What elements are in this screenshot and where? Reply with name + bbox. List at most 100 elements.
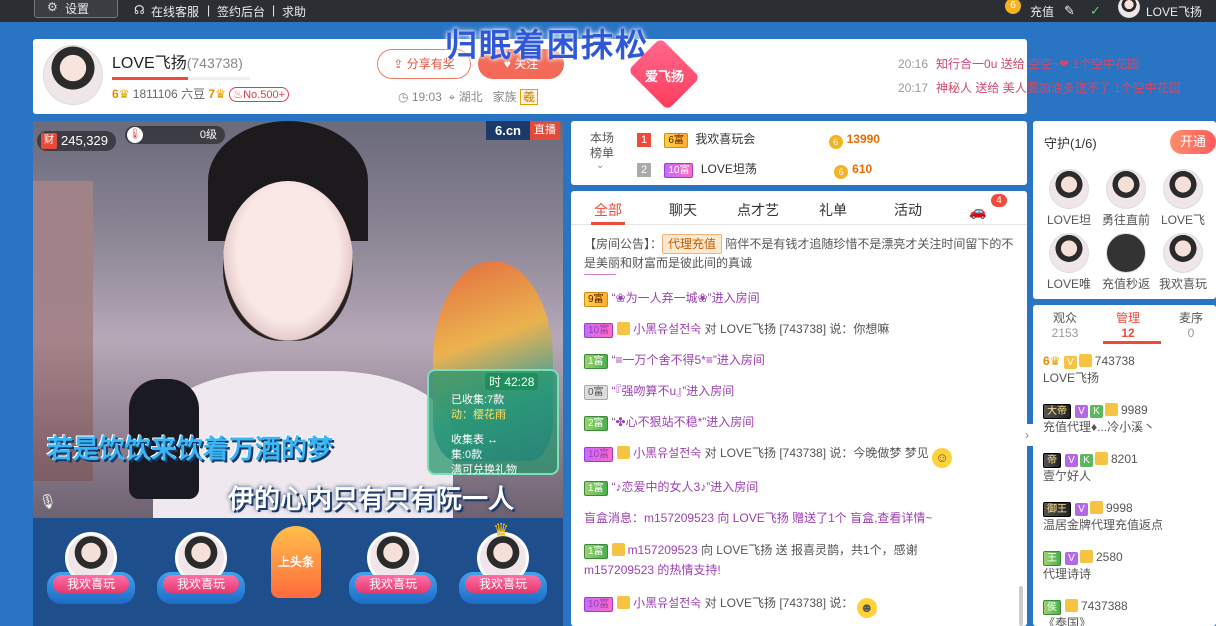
sign-backend-link[interactable]: 签约后台	[217, 3, 265, 20]
seat-item[interactable]: 我欢喜玩 ♛	[455, 520, 551, 614]
crown-icon: ♛	[493, 520, 510, 540]
top-bar: ⚙ 设置 ☊ 在线客服 | 签约后台 | 求助 6 充值 ✎ ✓ LOVE飞扬	[0, 0, 1216, 22]
audience-row[interactable]: 6♛ V 743738 LOVE飞扬	[1043, 353, 1213, 387]
audience-row[interactable]: 御王 V 9998 温居金牌代理充值返点	[1043, 500, 1213, 534]
user-badge-icon	[1065, 599, 1078, 612]
chat-nick[interactable]: 小黑유설전숙	[633, 596, 701, 610]
audience-row[interactable]: 侯 7437388 《泰国》	[1043, 598, 1213, 626]
chat-message: 1富 “♪恋爱中的女人3♪”进入房间	[584, 477, 1014, 497]
chat-tabs: 全部 聊天 点才艺 礼单 活动 🚗 4	[571, 191, 1027, 225]
audience-panel: 观众 2153 管理 12 麦序 0 6♛ V 743738 LOVE飞扬 大帝 V K 99…	[1033, 305, 1216, 626]
chat-message: 盲盒消息：m157209523 向 LOVE飞扬 赠送了1个 盲盒,查看详情~	[584, 511, 933, 525]
active-tab-indicator	[591, 222, 625, 225]
chat-message: 2富 “✤心不狠站不稳*”进入房间	[584, 412, 1014, 432]
family-badge[interactable]: 羲	[520, 89, 539, 105]
user-avatar[interactable]	[1118, 0, 1140, 18]
gift-log-row: 20:17 神秘人 送给 美人要加油多送不了 1个空中花园	[898, 81, 1181, 95]
k-badge: K	[1080, 454, 1093, 467]
rank-row[interactable]: 1 6富 我欢喜玩会 6 13990	[637, 129, 1007, 149]
user-badge-icon	[1095, 452, 1108, 465]
seat-item[interactable]: 我欢喜玩	[43, 526, 139, 614]
smile-emoji-icon: ☺	[932, 448, 953, 468]
user-badge-icon	[1080, 550, 1093, 563]
level-progress	[112, 77, 250, 80]
overlay-title: 归眠着困抹松	[445, 27, 650, 63]
user-badge-icon	[617, 446, 631, 459]
share-icon: ⇪	[393, 57, 404, 71]
coin-icon: 6	[828, 135, 843, 149]
room-id: (743738)	[186, 55, 243, 71]
recharge-link[interactable]: 充值	[1030, 3, 1054, 20]
notice-tag[interactable]: 代理充值	[662, 234, 723, 254]
tab-gifts[interactable]: 礼单	[819, 200, 847, 220]
chat-message: 10富 小黑유설전숙 对 LOVE飞扬 [743738] 说： ☻	[584, 593, 1014, 618]
guard-member[interactable]: 我欢喜玩	[1153, 233, 1213, 292]
vip-badge: V	[1065, 454, 1078, 467]
settings-button[interactable]: ⚙ 设置	[34, 0, 118, 18]
tab-admin[interactable]: 管理 12	[1100, 311, 1156, 341]
guard-member[interactable]: 勇往直前	[1096, 169, 1156, 228]
active-tab-indicator	[1103, 341, 1161, 344]
audience-row[interactable]: 王 V 2580 代理诗诗	[1043, 549, 1213, 583]
divider: |	[272, 3, 276, 17]
coin-icon: 6	[834, 165, 849, 179]
help-link[interactable]: 求助	[282, 3, 306, 20]
rank-row[interactable]: 2 10富 LOVE坦荡 6 610	[637, 159, 1007, 179]
notice-divider	[584, 274, 616, 275]
username-link[interactable]: LOVE飞扬	[1146, 3, 1202, 20]
clock-icon: ◷	[398, 90, 409, 104]
user-badge-icon	[617, 596, 631, 609]
headset-icon: ☊	[134, 3, 145, 17]
chat-scrollbar[interactable]	[1019, 586, 1023, 626]
chat-message: 0富 “『强吻算不u』”进入房间	[584, 381, 1014, 401]
check-icon[interactable]: ✓	[1090, 3, 1101, 19]
guard-member[interactable]: LOVE飞	[1153, 169, 1213, 228]
fortune-badge[interactable]: 财 245,329	[37, 131, 116, 151]
tab-all[interactable]: 全部	[594, 200, 622, 220]
crown-icon: ♛	[215, 87, 226, 101]
live-video[interactable]: 财 245,329 🌡 0级 6.cn 直播 时 42:28 已收集:7款 动：樱…	[33, 121, 563, 518]
guard-member[interactable]: LOVE唯	[1039, 233, 1099, 292]
edit-icon[interactable]: ✎	[1064, 3, 1075, 19]
guard-member[interactable]: LOVE坦	[1039, 169, 1099, 228]
vip-badge: V	[1065, 552, 1078, 565]
open-guard-button[interactable]: 开通	[1170, 130, 1216, 154]
audience-row[interactable]: 大帝 V K 9989 充值代理♦...冷小溪丶	[1043, 402, 1213, 436]
headline-button[interactable]: 上头条	[271, 526, 321, 598]
viewer-level: 🌡 0级	[125, 126, 225, 144]
user-badge-icon	[611, 543, 625, 556]
tab-talent[interactable]: 点才艺	[737, 200, 779, 220]
user-badge-icon	[1105, 403, 1118, 416]
collapse-chevron-icon[interactable]: ›	[1021, 424, 1033, 446]
rank-label: 本场榜单	[589, 131, 614, 160]
seat-item[interactable]: 我欢喜玩	[153, 526, 249, 614]
car-icon[interactable]: 🚗	[969, 203, 986, 220]
mic-icon[interactable]: 🎙	[39, 493, 57, 510]
lyric-line-1: 若是饮饮来饮着万酒的梦	[47, 434, 334, 464]
seat-item[interactable]: 我欢喜玩	[345, 526, 441, 614]
settings-label: 设置	[65, 2, 90, 16]
gift-log-row: 20:16 知行合一0u 送给 空空~❤ 1个空中花园	[898, 57, 1140, 71]
vehicle-count-badge: 4	[991, 194, 1007, 207]
tab-chat[interactable]: 聊天	[669, 200, 697, 220]
thermometer-icon: 🌡	[127, 127, 143, 143]
crown-icon: ♛	[118, 87, 130, 101]
audience-row[interactable]: 帝 V K 8201 壹亇好人	[1043, 451, 1213, 485]
tab-mic-queue[interactable]: 麦序 0	[1163, 311, 1216, 341]
anchor-level-a: 6	[112, 87, 119, 101]
location: 湖北	[458, 90, 483, 104]
guard-panel: 守护(1/6) 开通 LOVE坦 勇往直前 LOVE飞 LOVE唯 充值秒返 我…	[1033, 121, 1216, 299]
online-service-link[interactable]: 在线客服	[151, 3, 199, 20]
family-label: 家族	[492, 90, 517, 104]
collect-box[interactable]: 时 42:28 已收集:7款 动：樱花雨 收集表 ↔ 集:0款 满可兑换礼物	[427, 369, 559, 476]
chat-nick[interactable]: m157209523	[628, 543, 698, 557]
tab-activity[interactable]: 活动	[894, 200, 922, 220]
chat-message: 9富 “❀为一人弃一城❀”进入房间	[584, 288, 1014, 308]
chat-nick[interactable]: 小黑유설전숙	[633, 446, 701, 460]
chevron-down-icon[interactable]: ⌄	[596, 160, 604, 171]
chat-nick[interactable]: 小黑유설전숙	[633, 322, 701, 336]
tab-audience[interactable]: 观众 2153	[1037, 311, 1093, 341]
rank-badge[interactable]: ♨No.500+	[229, 87, 289, 102]
guard-member[interactable]: 充值秒返	[1096, 233, 1156, 292]
anchor-avatar[interactable]	[43, 45, 103, 105]
